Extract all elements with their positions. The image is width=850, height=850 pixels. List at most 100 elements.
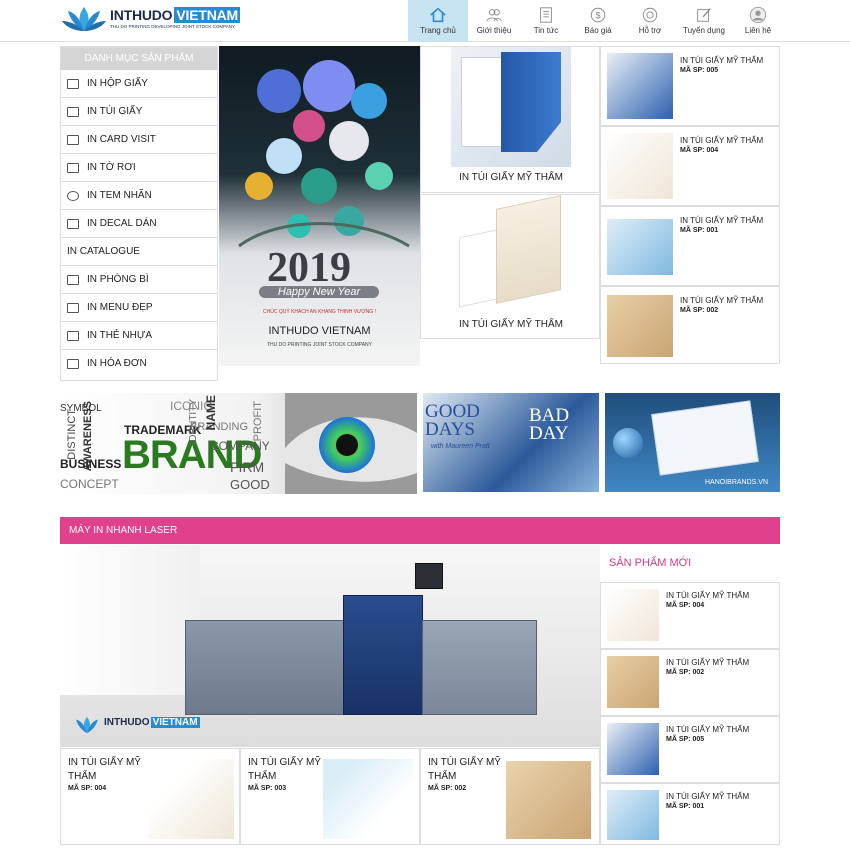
house-icon <box>67 218 79 229</box>
product-code: MÃ SP: 002 <box>666 669 705 676</box>
showcase-name-a: INTHUDO <box>104 717 150 728</box>
nav-home[interactable]: Trang chủ <box>408 0 468 42</box>
nav-contact[interactable]: Liên hệ <box>732 0 784 42</box>
product-card-small[interactable]: IN TÚI GIẤY MỸ THẨM MÃ SP: 001 <box>600 206 780 286</box>
category-label: IN MENU ĐẸP <box>87 301 153 313</box>
bad-day-title: BAD DAY <box>529 405 570 444</box>
category-label: IN TỜ RƠI <box>87 161 136 173</box>
new-product-thumb <box>607 723 659 775</box>
category-label: IN HÓA ĐƠN <box>87 358 147 369</box>
brand-word: PROFIT <box>252 401 264 442</box>
category-item-the-nhua[interactable]: IN THẺ NHỰA <box>61 322 217 350</box>
product-code: MÃ SP: 005 <box>680 67 719 74</box>
box-icon <box>67 78 79 89</box>
printer-top-screen <box>415 563 443 589</box>
receipt-icon <box>67 359 79 369</box>
category-item-card-visit[interactable]: IN CARD VISIT <box>61 126 217 154</box>
category-item-tem-nhan[interactable]: IN TEM NHÃN <box>61 182 217 210</box>
home-icon <box>430 7 446 23</box>
bottom-product-card[interactable]: IN TÚI GIẤY MỸ THẨM MÃ SP: 004 <box>60 748 240 845</box>
product-title[interactable]: IN TÚI GIẤY MỸ THẨM <box>680 296 778 306</box>
lotus-logo-icon <box>76 716 98 734</box>
product-card[interactable]: IN TÚI GIẤY MỸ THẨM <box>420 194 600 339</box>
bottom-product-card[interactable]: IN TÚI GIẤY MỸ THẨM MÃ SP: 002 <box>420 748 600 845</box>
user-icon <box>749 6 767 24</box>
product-title[interactable]: IN TÚI GIẤY MỸ THẨM <box>666 792 778 802</box>
logo-name-a: INTHUDO <box>110 7 173 23</box>
product-title[interactable]: IN TÚI GIẤY MỸ THẨM <box>68 756 143 784</box>
new-products-heading: SẢN PHẨM MỚI <box>609 557 692 569</box>
showcase-logo: INTHUDO VIETNAM <box>72 715 212 739</box>
product-card-small[interactable]: IN TÚI GIẤY MỸ THẨM MÃ SP: 005 <box>600 46 780 126</box>
users-icon <box>486 9 502 22</box>
invitation-card <box>651 400 759 476</box>
brand-banner[interactable]: BRAND TRADEMARK BUSINESS COMPANY FIRM GO… <box>60 393 417 494</box>
category-label: IN HỘP GIẤY <box>87 77 148 89</box>
printer-left-unit <box>185 620 345 715</box>
hero-company-sub: THU DO PRINTING JOINT STOCK COMPANY <box>266 342 372 348</box>
category-item-to-roi[interactable]: IN TỜ RƠI <box>61 154 217 182</box>
folder-icon <box>67 302 79 313</box>
edit-icon <box>697 8 711 22</box>
category-label: IN CARD VISIT <box>87 133 156 145</box>
brand-word: FIRM <box>230 459 265 475</box>
support-icon <box>642 7 658 23</box>
eye-image <box>285 393 417 494</box>
nav-support[interactable]: Hỗ trợ <box>624 0 676 42</box>
product-thumb-kraft-bags <box>607 295 673 357</box>
section-heading-laser[interactable]: MÁY IN NHANH LASER <box>60 517 780 544</box>
printer-main-unit <box>343 595 423 715</box>
category-item-menu[interactable]: IN MENU ĐẸP <box>61 294 217 322</box>
showcase-logo-text: INTHUDO VIETNAM <box>104 717 200 728</box>
hero-wish: CHÚC QUÝ KHÁCH AN KHANG THỊNH VƯỢNG ! <box>263 309 376 315</box>
product-code: MÃ SP: 002 <box>428 785 467 792</box>
invitation-banner[interactable]: HANOIBRANDS.VN <box>605 393 780 492</box>
nav-pricing-label: Báo giá <box>584 26 612 35</box>
category-item-phong-bi[interactable]: IN PHÒNG BÌ <box>61 266 217 294</box>
bottom-product-card[interactable]: IN TÚI GIẤY MỸ THẨM MÃ SP: 003 <box>240 748 420 845</box>
product-title[interactable]: IN TÚI GIẤY MỸ THẨM <box>666 658 778 668</box>
main-nav: Trang chủ Giới thiệu Tin tức $ Báo giá H… <box>408 0 784 42</box>
nav-news[interactable]: Tin tức <box>520 0 572 42</box>
nav-about[interactable]: Giới thiệu <box>468 0 520 42</box>
new-product-thumb <box>607 790 659 840</box>
nav-support-label: Hỗ trợ <box>638 26 662 35</box>
product-title[interactable]: IN TÚI GIẤY MỸ THẨM <box>428 756 503 784</box>
good-days-banner[interactable]: GOOD DAYS with Maureen Pratt BAD DAY <box>423 393 599 492</box>
product-title[interactable]: IN TÚI GIẤY MỸ THẨM <box>680 136 778 146</box>
new-product-item[interactable]: IN TÚI GIẤY MỸ THẨM MÃ SP: 001 <box>600 783 780 845</box>
product-code: MÃ SP: 004 <box>68 785 107 792</box>
nav-careers[interactable]: Tuyển dụng <box>676 0 732 42</box>
product-code: MÃ SP: 003 <box>248 785 287 792</box>
printer-right-unit <box>422 620 537 715</box>
category-item-hoa-don[interactable]: IN HÓA ĐƠN <box>61 350 217 378</box>
new-product-item[interactable]: IN TÚI GIẤY MỸ THẨM MÃ SP: 005 <box>600 716 780 783</box>
product-card-small[interactable]: IN TÚI GIẤY MỸ THẨM MÃ SP: 002 <box>600 286 780 364</box>
category-item-catalogue[interactable]: IN CATALOGUE <box>61 238 217 266</box>
product-title[interactable]: IN TÚI GIẤY MỸ THẨM <box>680 56 778 66</box>
brand-word: DISTINCT <box>66 409 78 460</box>
product-title[interactable]: IN TÚI GIẤY MỸ THẨM <box>680 216 778 226</box>
product-title[interactable]: IN TÚI GIẤY MỸ THẨM <box>666 591 778 601</box>
good-days-title: GOOD DAYS <box>425 401 480 440</box>
category-item-hop-giay[interactable]: IN HỘP GIẤY <box>61 70 217 98</box>
category-item-decal[interactable]: IN DECAL DÁN <box>61 210 217 238</box>
new-product-item[interactable]: IN TÚI GIẤY MỸ THẨM MÃ SP: 002 <box>600 649 780 716</box>
product-title[interactable]: IN TÚI GIẤY MỸ THẨM <box>421 319 601 330</box>
box-lid <box>496 195 561 304</box>
product-card-small[interactable]: IN TÚI GIẤY MỸ THẨM MÃ SP: 004 <box>600 126 780 206</box>
category-item-tui-giay[interactable]: IN TÚI GIẤY <box>61 98 217 126</box>
new-product-item[interactable]: IN TÚI GIẤY MỸ THẨM MÃ SP: 004 <box>600 582 780 649</box>
printer-showcase[interactable]: INTHUDO VIETNAM <box>60 545 600 747</box>
product-card[interactable]: IN TÚI GIẤY MỸ THẨM <box>420 46 600 193</box>
hero-banner[interactable]: 2019 Happy New Year CHÚC QUÝ KHÁCH AN KH… <box>219 46 420 366</box>
site-logo[interactable]: INTHUDO VIETNAM THU DO PRINTING DEVELOPIN… <box>62 3 242 35</box>
product-title[interactable]: IN TÚI GIẤY MỸ THẨM <box>666 725 778 735</box>
product-title[interactable]: IN TÚI GIẤY MỸ THẨM <box>248 756 323 784</box>
product-title[interactable]: IN TÚI GIẤY MỸ THẨM <box>421 172 601 183</box>
nav-pricing[interactable]: $ Báo giá <box>572 0 624 42</box>
brand-word: CONCEPT <box>60 477 119 491</box>
product-image-box <box>451 195 571 308</box>
news-icon <box>540 7 552 23</box>
ornament-ball <box>613 428 643 458</box>
